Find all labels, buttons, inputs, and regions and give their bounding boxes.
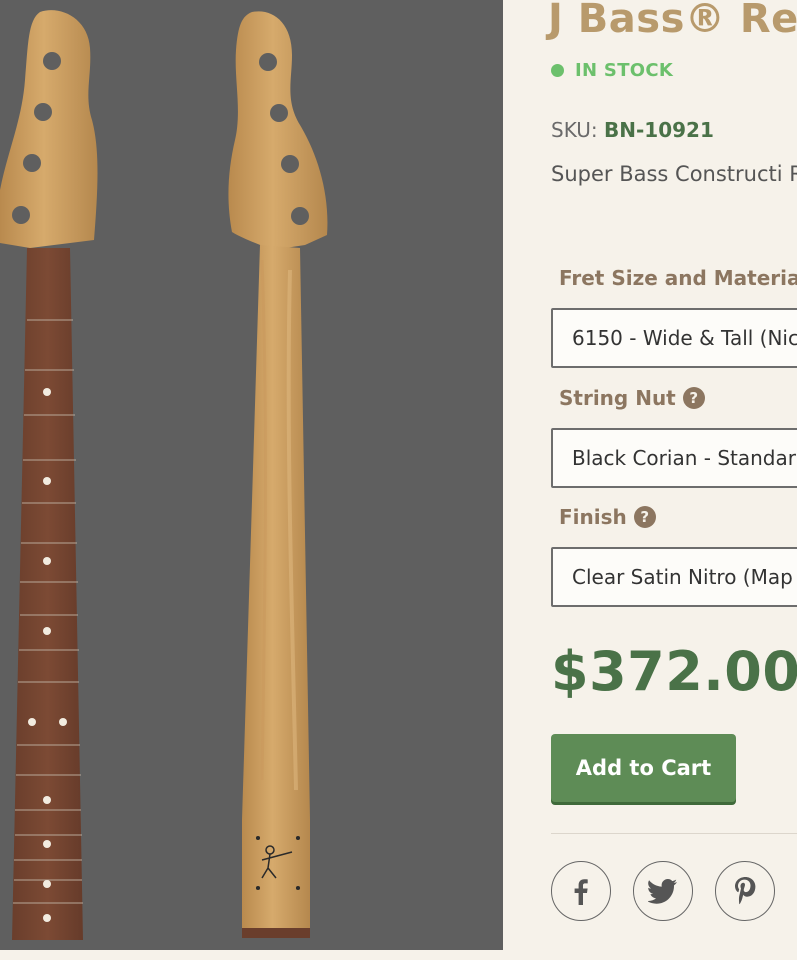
product-image[interactable] <box>0 0 503 950</box>
string-nut-label: String Nut ? <box>559 386 705 410</box>
fret-size-select[interactable]: 6150 - Wide & Tall (Nic <box>551 308 797 368</box>
divider <box>551 833 797 834</box>
string-nut-help-icon[interactable]: ? <box>682 387 705 409</box>
twitter-icon <box>648 879 677 904</box>
in-stock-dot-icon <box>551 64 564 77</box>
share-twitter-button[interactable] <box>633 861 693 921</box>
fret-size-label: Fret Size and Materia <box>559 266 797 290</box>
finish-help-icon[interactable]: ? <box>633 506 656 528</box>
right-headstock <box>228 11 328 250</box>
string-nut-label-text: String Nut <box>559 386 676 410</box>
facebook-icon <box>574 879 588 905</box>
bass-neck-illustration <box>0 10 328 940</box>
product-description: Super Bass Constructi Radius <box>551 162 797 186</box>
pinterest-icon <box>735 877 756 905</box>
string-nut-select[interactable]: Black Corian - Standar <box>551 428 797 488</box>
product-price: $372.00 <box>551 640 797 703</box>
left-fretboard <box>12 248 83 940</box>
sku: SKU: BN-10921 <box>551 118 714 142</box>
share-pinterest-button[interactable] <box>715 861 775 921</box>
share-facebook-button[interactable] <box>551 861 611 921</box>
right-neck-back <box>242 245 310 935</box>
sku-label: SKU: <box>551 118 598 142</box>
stock-status-label: IN STOCK <box>575 60 674 81</box>
add-to-cart-button[interactable]: Add to Cart <box>551 734 736 802</box>
stock-status: IN STOCK <box>551 60 673 81</box>
product-details: J Bass® Repl IN STOCK SKU: BN-10921 Supe… <box>503 0 797 960</box>
sku-value: BN-10921 <box>604 118 714 142</box>
fret-size-label-text: Fret Size and Materia <box>559 266 797 290</box>
product-title: J Bass® Repl <box>548 0 797 42</box>
finish-label: Finish ? <box>559 505 656 529</box>
finish-select[interactable]: Clear Satin Nitro (Map <box>551 547 797 607</box>
finish-label-text: Finish <box>559 505 627 529</box>
